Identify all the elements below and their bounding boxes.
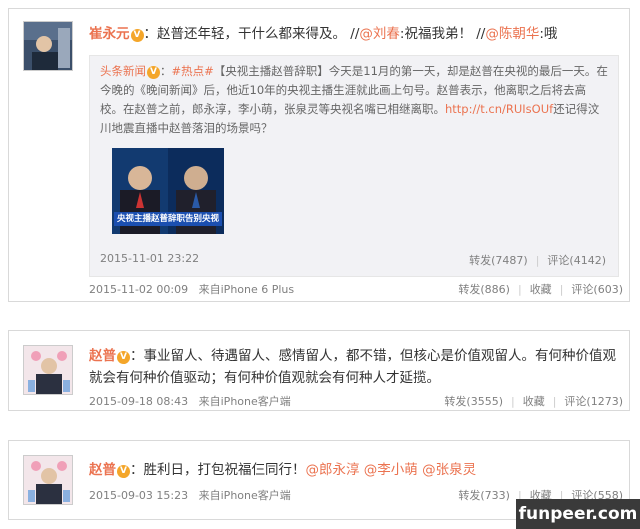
post-time[interactable]: 2015-09-03 15:23	[89, 489, 188, 502]
author-name[interactable]: 崔永元	[89, 26, 130, 42]
avatar-image	[24, 456, 72, 504]
repost-box: 头条新闻 V ：#热点#【央视主播赵普辞职】今天是11月的第一天，却是赵普在央视的最…	[89, 55, 619, 277]
post-actions: 转发(886) | 收藏 | 评论(603)	[458, 281, 623, 297]
short-url-link[interactable]: http://t.cn/RUIsOUf	[445, 102, 553, 116]
repost-button[interactable]: 转发(886)	[458, 281, 510, 297]
post-text: 赵普 V ：事业留人、待遇留人、感情留人，都不错，但核心是价值观留人。有何种价值观就…	[89, 348, 616, 386]
weibo-post: 赵普 V ：事业留人、待遇留人、感情留人，都不错，但核心是价值观留人。有何种价值观就…	[8, 330, 630, 411]
avatar[interactable]	[23, 21, 73, 71]
verified-badge-icon: V	[147, 66, 160, 79]
author-name[interactable]: 赵普	[89, 348, 116, 364]
comment-button[interactable]: 评论(4142)	[547, 252, 606, 268]
repost-button[interactable]: 转发(3555)	[444, 393, 503, 409]
repost-actions: 转发(7487) | 评论(4142)	[469, 252, 606, 268]
watermark: funpeer.com	[516, 499, 640, 529]
post-source[interactable]: 来自iPhone客户端	[199, 395, 291, 408]
image-caption: 央视主播赵普辞职告别央视	[116, 214, 219, 224]
post-meta: 2015-09-18 08:43 来自iPhone客户端	[89, 393, 291, 409]
favorite-button[interactable]: 收藏	[523, 393, 545, 409]
post-actions: 转发(3555) | 收藏 | 评论(1273)	[444, 393, 623, 409]
mention-link[interactable]: @李小萌	[364, 462, 418, 478]
repost-author-name[interactable]: 头条新闻	[100, 64, 146, 78]
verified-badge-icon: V	[117, 465, 130, 478]
post-meta: 2015-09-03 15:23 来自iPhone客户端	[89, 487, 291, 503]
mention-link[interactable]: @张泉灵	[422, 462, 476, 478]
post-text: 崔永元 V ：赵普还年轻，干什么都来得及。 //@刘春:祝福我弟！ //@陈朝华:哦	[89, 26, 558, 42]
repost-time[interactable]: 2015-11-01 23:22	[100, 252, 199, 265]
author-name[interactable]: 赵普	[89, 462, 116, 478]
mention-link[interactable]: @陈朝华	[485, 26, 539, 42]
repost-text: 头条新闻 V ：#热点#【央视主播赵普辞职】今天是11月的第一天，却是赵普在央视的最…	[100, 64, 608, 135]
weibo-post: 崔永元 V ：赵普还年轻，干什么都来得及。 //@刘春:祝福我弟！ //@陈朝华:哦…	[8, 8, 630, 302]
avatar[interactable]	[23, 455, 73, 505]
avatar-image	[24, 346, 72, 394]
post-meta: 2015-11-02 00:09 来自iPhone 6 Plus	[89, 281, 294, 297]
verified-badge-icon: V	[130, 29, 144, 42]
post-time[interactable]: 2015-11-02 00:09	[89, 283, 188, 296]
hashtag-link[interactable]: #热点#	[172, 64, 214, 78]
verified-badge-icon: V	[117, 351, 130, 364]
mention-link[interactable]: @郎永淳	[306, 462, 360, 478]
post-source[interactable]: 来自iPhone客户端	[199, 489, 291, 502]
comment-button[interactable]: 评论(1273)	[564, 393, 623, 409]
favorite-button[interactable]: 收藏	[530, 281, 552, 297]
news-image[interactable]: 央视主播赵普辞职告别央视	[112, 148, 224, 234]
avatar-image	[24, 22, 72, 70]
repost-button[interactable]: 转发(733)	[458, 487, 510, 503]
post-source[interactable]: 来自iPhone 6 Plus	[199, 283, 295, 296]
comment-button[interactable]: 评论(603)	[571, 281, 623, 297]
post-text: 赵普 V ：胜利日，打包祝福仨同行！@郎永淳 @李小萌 @张泉灵	[89, 462, 477, 478]
post-time[interactable]: 2015-09-18 08:43	[89, 395, 188, 408]
mention-link[interactable]: @刘春	[359, 26, 400, 42]
repost-button[interactable]: 转发(7487)	[469, 252, 528, 268]
avatar[interactable]	[23, 345, 73, 395]
